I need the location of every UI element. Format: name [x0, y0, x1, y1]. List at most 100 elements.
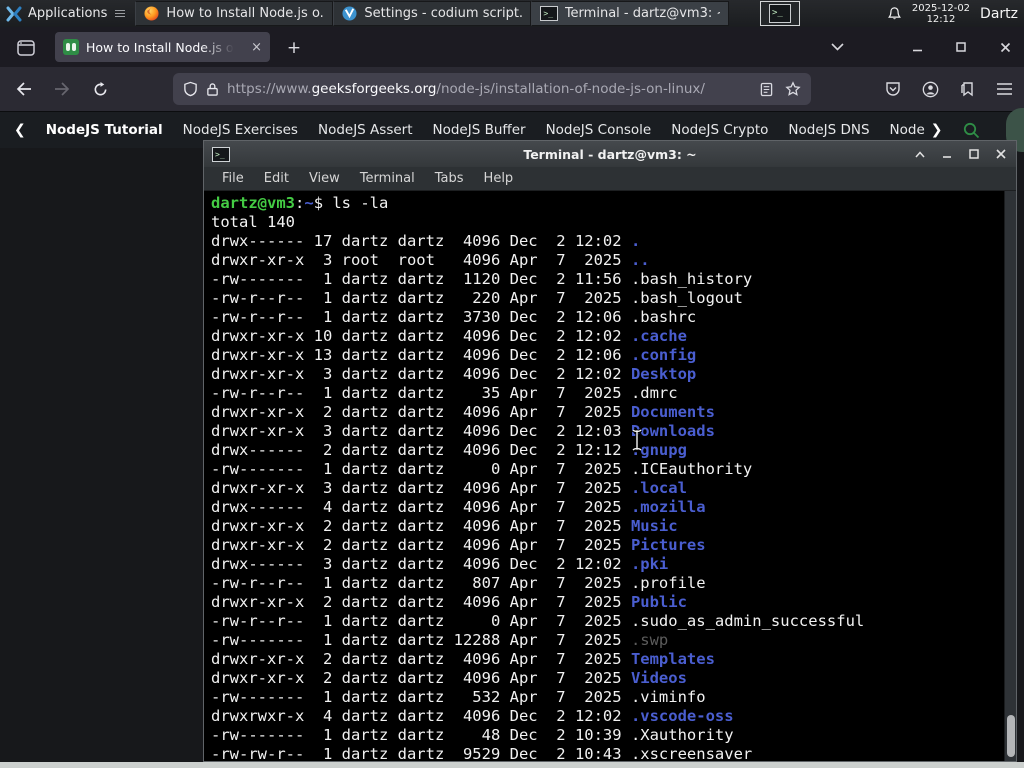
- site-nav-link[interactable]: NodeJS Tutorial: [46, 122, 163, 138]
- terminal-minimize-icon[interactable]: [940, 147, 954, 161]
- site-nav-link[interactable]: Node: [890, 122, 925, 138]
- terminal-ls-row: -rw-r--r-- 1 dartz dartz 0 Apr 7 2025 .s…: [211, 612, 865, 630]
- window-minimize-icon[interactable]: [908, 38, 926, 56]
- terminal-title: Terminal - dartz@vm3: ~: [523, 146, 697, 162]
- menu-file[interactable]: File: [212, 171, 254, 186]
- terminal-ls-row: -rw------- 1 dartz dartz 48 Dec 2 10:39 …: [211, 726, 734, 744]
- reload-icon[interactable]: [88, 77, 112, 101]
- terminal-ls-row: drwxr-xr-x 10 dartz dartz 4096 Dec 2 12:…: [211, 327, 687, 345]
- terminal-total-line: total 140: [211, 213, 295, 231]
- account-icon[interactable]: [918, 77, 942, 101]
- terminal-ls-row: drwx------ 3 dartz dartz 4096 Dec 2 12:0…: [211, 555, 669, 573]
- terminal-ls-row: drwxrwxr-x 4 dartz dartz 4096 Dec 2 12:0…: [211, 707, 734, 725]
- clock-date: 2025-12-02: [911, 2, 971, 14]
- terminal-ls-row: -rw-r--r-- 1 dartz dartz 220 Apr 7 2025 …: [211, 289, 743, 307]
- gfg-favicon: [63, 39, 79, 55]
- navigation-toolbar: https://www.geeksforgeeks.org/node-js/in…: [0, 67, 1024, 111]
- menu-view[interactable]: View: [299, 171, 350, 186]
- terminal-body[interactable]: dartz@vm3:~$ ls -la total 140 drwx------ 1…: [204, 191, 1003, 761]
- window-maximize-icon[interactable]: [952, 38, 970, 56]
- search-icon[interactable]: [963, 122, 980, 139]
- site-nav-link[interactable]: NodeJS Console: [546, 122, 652, 138]
- taskbar-button-terminal[interactable]: >_ Terminal - dartz@vm3: ~: [531, 1, 730, 26]
- tracking-shield-icon[interactable]: [183, 81, 198, 97]
- taskbar-button-label: Terminal - dartz@vm3: ~: [564, 6, 721, 21]
- terminal-ls-row: -rw-r--r-- 1 dartz dartz 35 Apr 7 2025 .…: [211, 384, 678, 402]
- terminal-ls-row: drwxr-xr-x 13 dartz dartz 4096 Dec 2 12:…: [211, 346, 697, 364]
- list-all-tabs-icon[interactable]: [828, 38, 846, 56]
- terminal-ls-row: drwxr-xr-x 2 dartz dartz 4096 Apr 7 2025…: [211, 650, 715, 668]
- tab-how-to-install-nodejs[interactable]: How to Install Node.js on ×: [55, 32, 270, 62]
- subnav-scroll-left-icon[interactable]: ❮: [14, 122, 26, 138]
- tray-terminal-indicator[interactable]: >_: [760, 1, 800, 26]
- notification-bell-icon[interactable]: [887, 6, 902, 22]
- menu-terminal[interactable]: Terminal: [350, 171, 425, 186]
- taskbar-button-vscodium[interactable]: Settings - codium script...: [333, 1, 532, 26]
- terminal-scrollbar[interactable]: [1004, 191, 1016, 761]
- terminal-ls-row: drwxr-xr-x 2 dartz dartz 4096 Apr 7 2025…: [211, 403, 715, 421]
- subnav-scroll-right-icon[interactable]: ❯: [931, 122, 943, 138]
- terminal-ls-row: drwxr-xr-x 3 dartz dartz 4096 Apr 7 2025…: [211, 479, 687, 497]
- terminal-ls-row: -rw-r--r-- 1 dartz dartz 3730 Dec 2 12:0…: [211, 308, 697, 326]
- tab-close-icon[interactable]: ×: [251, 40, 262, 55]
- terminal-ls-row: drwx------ 17 dartz dartz 4096 Dec 2 12:…: [211, 232, 641, 250]
- terminal-ls-row: -rw------- 1 dartz dartz 532 Apr 7 2025 …: [211, 688, 706, 706]
- mouse-ibeam-cursor: [630, 428, 644, 452]
- menu-indicator-icon: [115, 8, 126, 19]
- tab-bar: How to Install Node.js on × +: [0, 27, 1024, 67]
- vscodium-icon: [342, 6, 357, 21]
- window-close-icon[interactable]: [996, 38, 1014, 56]
- taskbar: How to Install Node.js o... Settings - c…: [135, 0, 730, 27]
- hamburger-menu-icon[interactable]: [992, 77, 1016, 101]
- terminal-ls-row: drwxr-xr-x 3 dartz dartz 4096 Dec 2 12:0…: [211, 365, 697, 383]
- panel-username: Dartz: [980, 5, 1018, 22]
- menu-help[interactable]: Help: [474, 171, 524, 186]
- terminal-maximize-icon[interactable]: [967, 147, 981, 161]
- site-nav-link[interactable]: NodeJS DNS: [788, 122, 869, 138]
- reader-mode-icon[interactable]: [760, 82, 773, 97]
- firefox-view-icon[interactable]: [12, 35, 40, 61]
- terminal-ls-row: -rw-r--r-- 1 dartz dartz 807 Apr 7 2025 …: [211, 574, 706, 592]
- terminal-ls-row: -rw-rw-r-- 1 dartz dartz 9529 Dec 2 10:4…: [211, 745, 753, 761]
- site-nav-link[interactable]: NodeJS Crypto: [671, 122, 768, 138]
- terminal-ls-row: drwx------ 2 dartz dartz 4096 Dec 2 12:1…: [211, 441, 687, 459]
- bookmark-star-icon[interactable]: [785, 81, 801, 97]
- terminal-icon: >_: [769, 4, 791, 23]
- extensions-icon[interactable]: [955, 77, 979, 101]
- terminal-scrollbar-thumb[interactable]: [1007, 715, 1015, 757]
- terminal-ls-row: drwx------ 4 dartz dartz 4096 Apr 7 2025…: [211, 498, 706, 516]
- terminal-menubar: File Edit View Terminal Tabs Help: [204, 167, 1016, 191]
- url-bar[interactable]: https://www.geeksforgeeks.org/node-js/in…: [173, 73, 811, 105]
- site-nav-link[interactable]: NodeJS Assert: [318, 122, 413, 138]
- pocket-icon[interactable]: [881, 77, 905, 101]
- lock-icon[interactable]: [206, 82, 219, 97]
- page-light-strip: [0, 762, 1024, 768]
- applications-menu-button[interactable]: Applications: [0, 0, 131, 27]
- forward-icon[interactable]: [50, 77, 74, 101]
- url-path: /node-js/installation-of-node-js-on-linu…: [436, 81, 705, 97]
- panel-clock[interactable]: 2025-12-02 12:12: [912, 3, 970, 25]
- taskbar-button-firefox[interactable]: How to Install Node.js o...: [135, 1, 334, 26]
- site-nav-link[interactable]: NodeJS Buffer: [433, 122, 526, 138]
- site-nav-link[interactable]: NodeJS Exercises: [183, 122, 298, 138]
- taskbar-button-label: How to Install Node.js o...: [166, 6, 325, 21]
- back-icon[interactable]: [12, 77, 36, 101]
- terminal-ls-row: drwxr-xr-x 2 dartz dartz 4096 Apr 7 2025…: [211, 517, 678, 535]
- xfce-top-panel: Applications How to Install Node.js o...…: [0, 0, 1024, 27]
- terminal-shade-icon[interactable]: [913, 147, 927, 161]
- terminal-ls-row: -rw------- 1 dartz dartz 12288 Apr 7 202…: [211, 631, 669, 649]
- terminal-ls-row: -rw------- 1 dartz dartz 1120 Dec 2 11:5…: [211, 270, 753, 288]
- menu-edit[interactable]: Edit: [254, 171, 299, 186]
- terminal-close-icon[interactable]: [994, 147, 1008, 161]
- terminal-ls-row: drwxr-xr-x 3 dartz dartz 4096 Dec 2 12:0…: [211, 422, 715, 440]
- desktop-screen: Applications How to Install Node.js o...…: [0, 0, 1024, 768]
- terminal-prompt-line: dartz@vm3:~$ ls -la: [211, 194, 389, 212]
- clock-time: 12:12: [926, 13, 956, 25]
- tab-title: How to Install Node.js on: [86, 39, 234, 55]
- panel-status-area: 2025-12-02 12:12 Dartz: [887, 0, 1024, 27]
- menu-tabs[interactable]: Tabs: [425, 171, 474, 186]
- new-tab-button[interactable]: +: [282, 36, 306, 60]
- terminal-titlebar[interactable]: >_ Terminal - dartz@vm3: ~: [204, 141, 1016, 167]
- url-scheme: https://www.: [227, 81, 312, 97]
- xubuntu-logo-icon: [6, 6, 22, 22]
